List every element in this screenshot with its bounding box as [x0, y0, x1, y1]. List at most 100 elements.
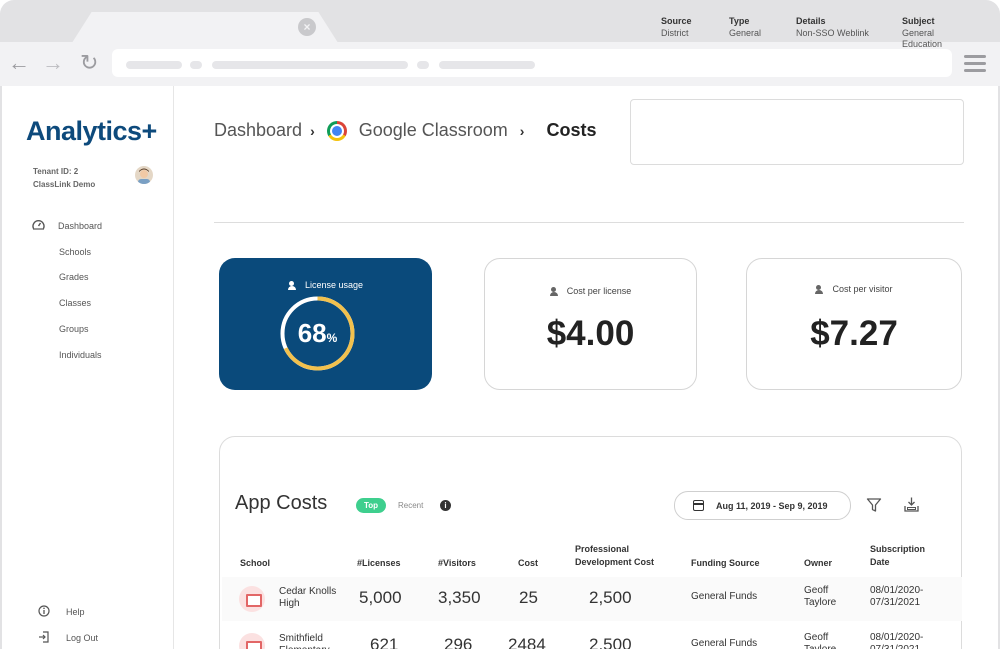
sidebar-item-label: Log Out [66, 633, 99, 643]
back-icon[interactable]: ← [8, 52, 30, 74]
cost-per-license-value: $4.00 [546, 314, 635, 353]
dashboard-icon [32, 219, 58, 233]
sidebar-item-groups[interactable]: Groups [32, 316, 102, 342]
column-header-subscription-date[interactable]: Subscription Date [870, 543, 940, 569]
sidebar-item-label: Grades [59, 272, 89, 283]
info-icon[interactable]: i [440, 500, 451, 511]
sidebar-bottom-nav: Help Log Out [38, 599, 98, 651]
cost-per-visitor-value: $7.27 [810, 314, 898, 353]
chrome-logo-icon [326, 120, 347, 141]
cost-per-visitor-label: Cost per visitor [832, 284, 893, 294]
cell-visitors: 3,350 [438, 588, 481, 607]
cell-school[interactable]: Cedar Knolls High [279, 586, 349, 610]
chevron-right-icon: › [519, 122, 525, 139]
sidebar-item-individuals[interactable]: Individuals [32, 342, 102, 368]
date-range-picker[interactable]: Aug 11, 2019 - Sep 9, 2019 [674, 491, 851, 520]
logout-icon [38, 630, 66, 646]
cell-subscription-date: 08/01/2020-07/31/2021 [870, 585, 924, 608]
app-logo[interactable]: Analytics+ [26, 116, 157, 147]
url-placeholder [439, 61, 535, 69]
close-icon[interactable]: × [298, 18, 316, 36]
url-placeholder [417, 61, 429, 69]
cost-per-visitor-card: Cost per visitor $7.27 [746, 258, 962, 390]
meta-key: Type [729, 16, 750, 26]
filter-icon[interactable] [866, 497, 882, 513]
person-icon [549, 286, 562, 296]
chevron-right-icon: › [310, 122, 315, 139]
tenant-id: Tenant ID: 2 [33, 167, 79, 176]
tab-recent[interactable]: Recent [398, 501, 423, 510]
sidebar-item-logout[interactable]: Log Out [38, 625, 98, 651]
calendar-icon [693, 500, 704, 511]
breadcrumb-app[interactable]: Google Classroom [359, 120, 508, 141]
column-header-owner[interactable]: Owner [804, 557, 832, 570]
sidebar-item-label: Groups [59, 324, 89, 335]
sidebar-item-help[interactable]: Help [38, 599, 98, 625]
percent-sign: % [326, 330, 338, 345]
cell-owner[interactable]: Geoff Taylore [804, 585, 854, 609]
cell-pd-cost: 2,500 [589, 588, 632, 607]
sidebar-item-label: Schools [59, 246, 92, 257]
cell-funding: General Funds [691, 591, 758, 602]
app-costs-title: App Costs [235, 492, 328, 514]
school-icon [239, 586, 265, 612]
breadcrumb: Dashboard › Google Classroom › Costs [214, 120, 596, 141]
tab-top[interactable]: Top [356, 498, 386, 513]
meta-details: Details Non-SSO Weblink [796, 16, 869, 39]
meta-key: Subject [902, 16, 935, 26]
column-header-visitors[interactable]: #Visitors [438, 557, 476, 570]
divider [214, 222, 964, 223]
column-header-cost[interactable]: Cost [518, 557, 538, 570]
sidebar-item-classes[interactable]: Classes [32, 290, 102, 316]
url-placeholder [190, 61, 202, 69]
sidebar-item-label: Classes [59, 298, 92, 309]
person-icon [287, 280, 300, 290]
meta-source: Source District [661, 16, 692, 39]
meta-key: Source [661, 16, 692, 26]
avatar[interactable] [135, 166, 153, 184]
sidebar-item-label: Dashboard [58, 220, 103, 231]
cell-cost: 25 [519, 588, 538, 607]
person-icon [815, 284, 827, 294]
meta-value: District [661, 27, 689, 38]
card-label: Cost per license [485, 286, 696, 296]
reload-icon[interactable]: ↻ [80, 52, 98, 74]
card-label: License usage [219, 280, 432, 290]
breadcrumb-dashboard[interactable]: Dashboard [214, 120, 302, 141]
sidebar-item-grades[interactable]: Grades [32, 265, 102, 291]
cost-per-license-card: Cost per license $4.00 [484, 258, 697, 390]
tenant-name: ClassLink Demo [33, 180, 96, 189]
app-meta-box [630, 99, 964, 165]
sidebar-item-label: Help [66, 607, 85, 617]
date-range-value: Aug 11, 2019 - Sep 9, 2019 [716, 500, 828, 511]
sidebar-item-dashboard[interactable]: Dashboard [32, 213, 102, 239]
help-icon [38, 604, 66, 620]
sidebar-nav: Dashboard Schools Grades Classes Groups … [32, 213, 102, 368]
download-icon[interactable] [903, 496, 920, 513]
meta-value: Non-SSO Weblink [796, 27, 869, 38]
cell-licenses: 5,000 [359, 588, 402, 607]
url-placeholder [126, 61, 182, 69]
forward-icon[interactable]: → [42, 52, 64, 74]
meta-key: Details [796, 16, 826, 26]
license-usage-number: 68 [297, 318, 327, 348]
license-usage-label: License usage [304, 280, 364, 290]
tenant-info: Tenant ID: 2 ClassLink Demo [33, 165, 95, 191]
license-usage-value: 68% [279, 295, 356, 372]
meta-type: Type General [729, 16, 761, 39]
viewport-clip [0, 649, 1000, 669]
column-header-funding[interactable]: Funding Source [691, 557, 760, 570]
meta-value: General Education [902, 27, 943, 50]
column-header-pd-cost[interactable]: Professional Development Cost [575, 543, 675, 569]
menu-icon[interactable] [964, 55, 986, 76]
sidebar-item-label: Individuals [59, 349, 102, 360]
card-label: Cost per visitor [747, 284, 961, 294]
column-header-licenses[interactable]: #Licenses [357, 557, 401, 570]
license-usage-card: License usage 68% [219, 258, 432, 390]
column-header-school[interactable]: School [240, 557, 270, 570]
meta-subject: Subject General Education [902, 16, 958, 51]
sidebar-item-schools[interactable]: Schools [32, 239, 102, 265]
url-placeholder [212, 61, 408, 69]
page-title: Costs [546, 120, 597, 140]
cost-per-license-label: Cost per license [566, 286, 632, 296]
